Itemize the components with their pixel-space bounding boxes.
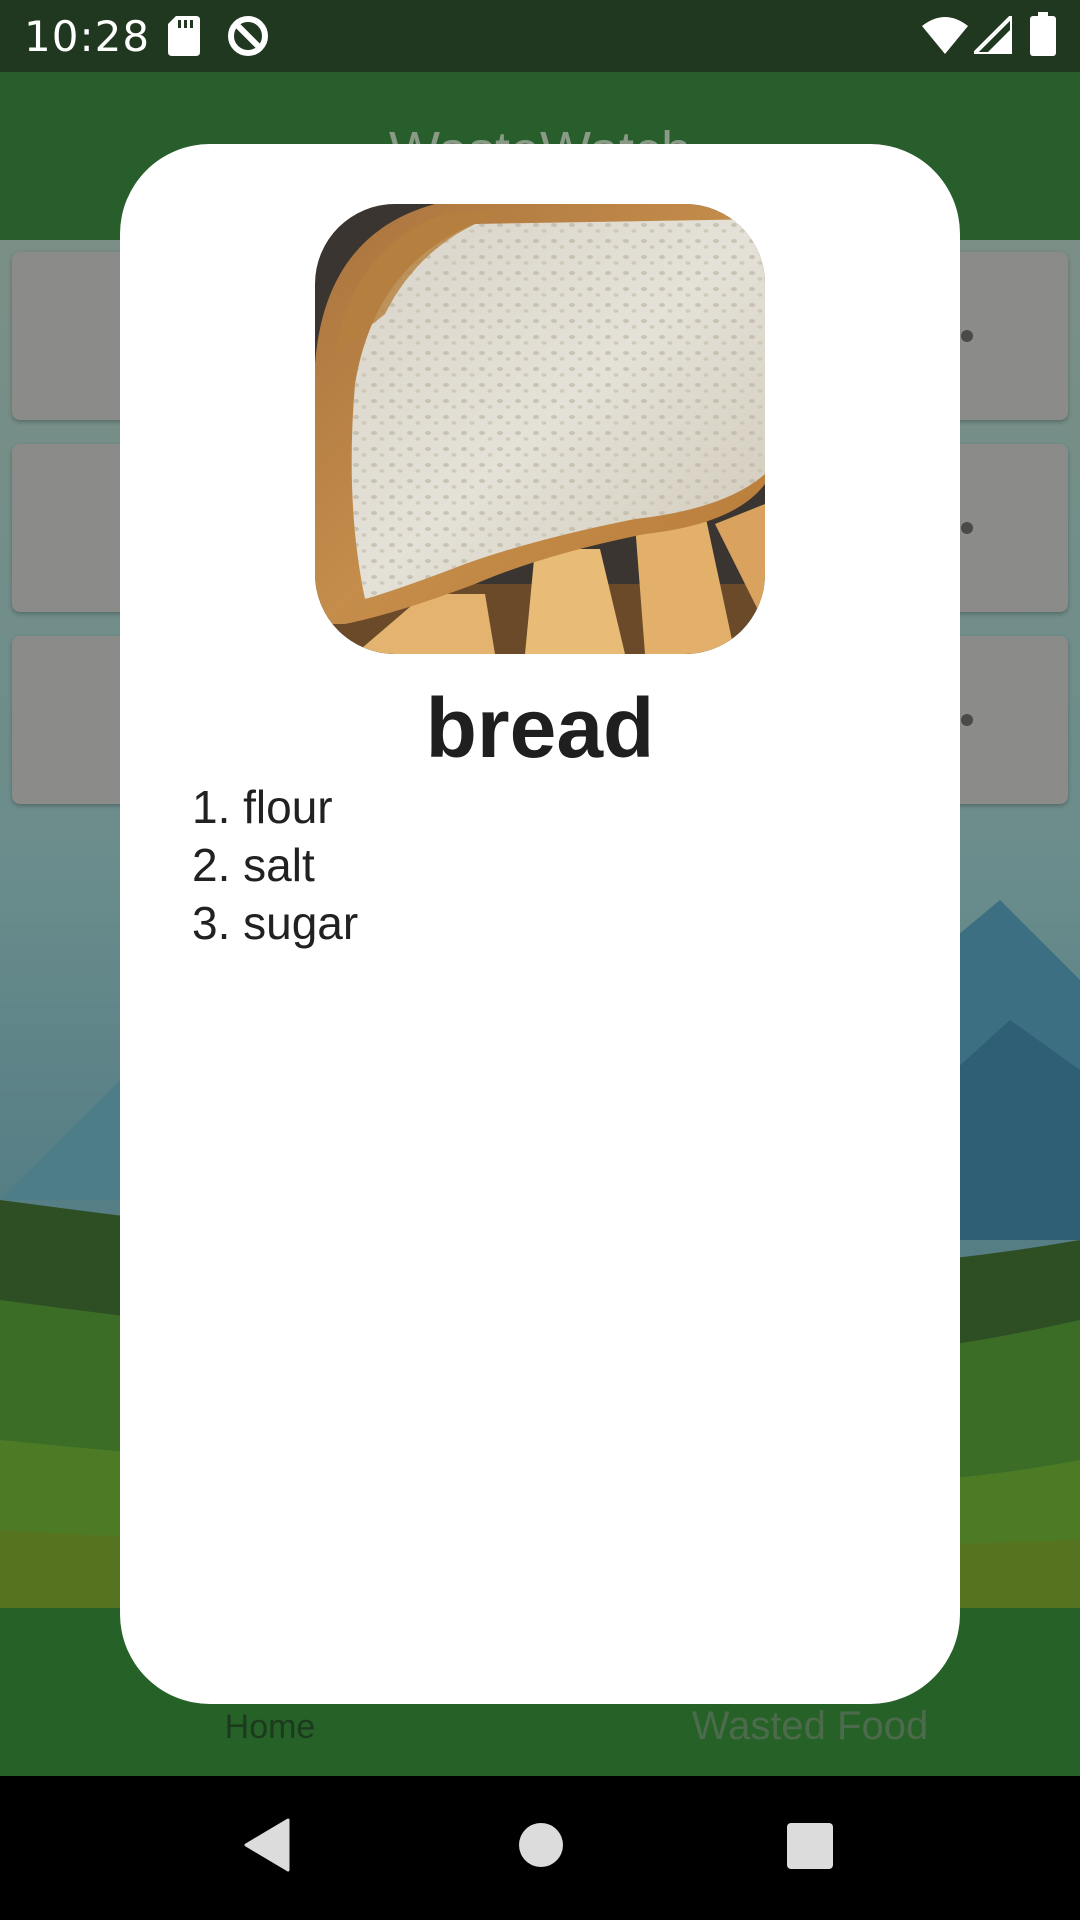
food-detail-dialog: bread 1. flour 2. salt 3. sugar bbox=[120, 144, 960, 1704]
system-navigation-bar bbox=[0, 1776, 1080, 1920]
status-time: 10:28 bbox=[24, 12, 151, 61]
status-bar: 10:28 bbox=[0, 0, 1080, 72]
card-menu-dot bbox=[961, 522, 973, 534]
sd-card-icon bbox=[168, 16, 200, 56]
screen: 10:28 WasteWatch bbox=[0, 0, 1080, 1920]
bread-photo bbox=[315, 204, 765, 654]
wifi-icon bbox=[922, 17, 968, 54]
ingredient-list: 1. flour 2. salt 3. sugar bbox=[192, 778, 358, 952]
battery-icon bbox=[1030, 12, 1056, 56]
recents-icon[interactable] bbox=[786, 1822, 834, 1870]
card-menu-dot bbox=[961, 330, 973, 342]
back-icon[interactable] bbox=[242, 1818, 290, 1872]
no-disturb-icon bbox=[228, 16, 268, 56]
nav-home-tab[interactable]: Home bbox=[160, 1708, 380, 1747]
cell-signal-icon bbox=[974, 16, 1012, 54]
ingredient-item: 1. flour bbox=[192, 781, 333, 833]
ingredient-item: 2. salt bbox=[192, 839, 315, 891]
food-title: bread bbox=[425, 681, 655, 775]
home-icon[interactable] bbox=[518, 1822, 564, 1868]
ingredient-item: 3. sugar bbox=[192, 897, 359, 949]
nav-wasted-food-tab[interactable]: Wasted Food bbox=[680, 1704, 940, 1749]
card-menu-dot bbox=[961, 714, 973, 726]
